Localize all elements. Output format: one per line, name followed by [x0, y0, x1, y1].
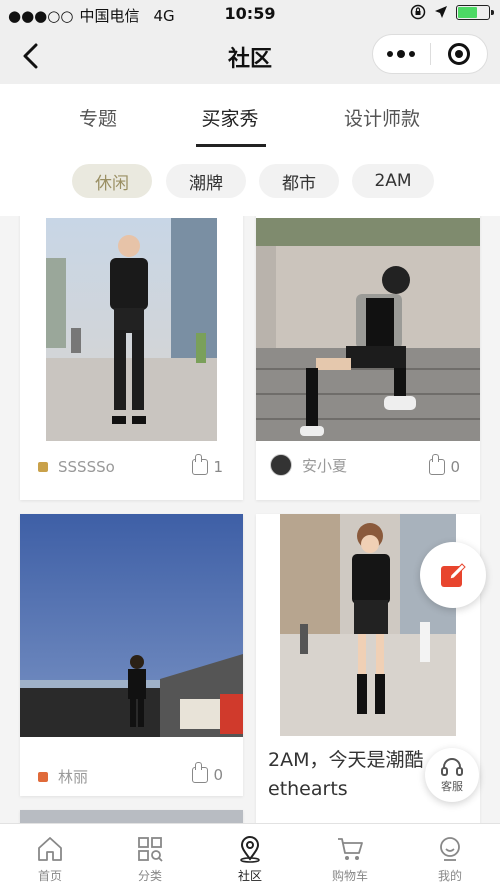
tabbar-community[interactable]: 社区 [200, 824, 300, 889]
like-count: 1 [213, 458, 223, 476]
tab-designer[interactable]: 设计师款 [322, 104, 442, 131]
content-tabs: 专题 买家秀 设计师款 [0, 84, 500, 152]
tabbar-label: 分类 [137, 869, 162, 883]
post-card[interactable]: 安小夏 0 [256, 216, 480, 500]
post-feed[interactable]: SSSSSo 1 安小夏 0 林丽 0 2AM，今天是潮酷 ethearts [0, 216, 500, 823]
headset-icon [441, 758, 463, 776]
filter-chips: 休闲 潮牌 都市 2AM [0, 152, 500, 216]
nav-bar: 社区 [0, 28, 500, 84]
chip-casual[interactable]: 休闲 [72, 164, 152, 198]
post-card[interactable] [20, 810, 243, 823]
cart-icon [338, 838, 363, 860]
home-icon [38, 837, 62, 861]
author-name: 林丽 [58, 768, 89, 786]
create-post-button[interactable] [420, 542, 486, 608]
location-icon [240, 836, 260, 863]
like-button[interactable]: 0 [429, 454, 460, 476]
orientation-lock-icon [410, 4, 426, 20]
chip-2am[interactable]: 2AM [352, 164, 434, 198]
like-count: 0 [450, 458, 460, 476]
customer-service-button[interactable]: 客服 [425, 748, 479, 802]
avatar [270, 454, 292, 476]
tabbar-cart[interactable]: 购物车 [300, 824, 400, 889]
like-button[interactable]: 1 [192, 454, 223, 476]
chip-trend[interactable]: 潮牌 [166, 164, 246, 198]
thumbs-up-icon [192, 762, 209, 783]
tabbar-label: 社区 [237, 869, 262, 883]
miniprogram-capsule [372, 34, 488, 74]
tabbar-label: 我的 [437, 869, 462, 883]
post-photo [256, 218, 480, 441]
category-icon [138, 837, 163, 862]
post-card[interactable]: 林丽 0 [20, 514, 243, 796]
tab-topics[interactable]: 专题 [38, 104, 158, 131]
post-photo [46, 218, 217, 441]
edit-icon [441, 563, 466, 587]
post-photo [20, 514, 243, 737]
bottom-tab-bar: 首页 分类 社区 购物车 我的 [0, 823, 500, 889]
location-arrow-icon [435, 6, 447, 18]
tab-buyer-show[interactable]: 买家秀 [170, 104, 290, 131]
tabbar-home[interactable]: 首页 [0, 824, 100, 889]
thumbs-up-icon [192, 454, 209, 475]
caption-line-1: 2AM，今天是潮酷 [268, 749, 424, 771]
close-miniprogram-button[interactable] [431, 35, 488, 73]
post-photo [280, 514, 456, 736]
profile-icon [440, 837, 460, 861]
tabbar-category[interactable]: 分类 [100, 824, 200, 889]
post-caption: 2AM，今天是潮酷 [268, 746, 438, 775]
post-author[interactable]: 安小夏 [270, 454, 347, 476]
service-label: 客服 [441, 780, 463, 793]
post-author[interactable]: 林丽 [38, 766, 88, 787]
author-name: SSSSSo [58, 458, 115, 476]
like-button[interactable]: 0 [192, 762, 223, 784]
author-name: 安小夏 [302, 456, 348, 475]
active-tab-indicator [196, 144, 266, 147]
battery-icon [456, 4, 494, 20]
avatar [38, 462, 48, 472]
tabbar-profile[interactable]: 我的 [400, 824, 500, 889]
status-bar: ●●●○○ 中国电信 4G 10:59 [0, 0, 500, 28]
avatar [38, 771, 48, 782]
post-card[interactable]: SSSSSo 1 [20, 216, 243, 500]
chip-urban[interactable]: 都市 [259, 164, 339, 198]
more-button[interactable] [373, 35, 430, 73]
target-icon [447, 43, 470, 65]
tabbar-label: 购物车 [331, 869, 368, 883]
thumbs-up-icon [429, 454, 446, 475]
post-photo [20, 810, 243, 823]
more-icon [387, 50, 416, 58]
tabbar-label: 首页 [37, 869, 62, 883]
post-author[interactable]: SSSSSo [38, 458, 115, 476]
like-count: 0 [213, 766, 223, 784]
